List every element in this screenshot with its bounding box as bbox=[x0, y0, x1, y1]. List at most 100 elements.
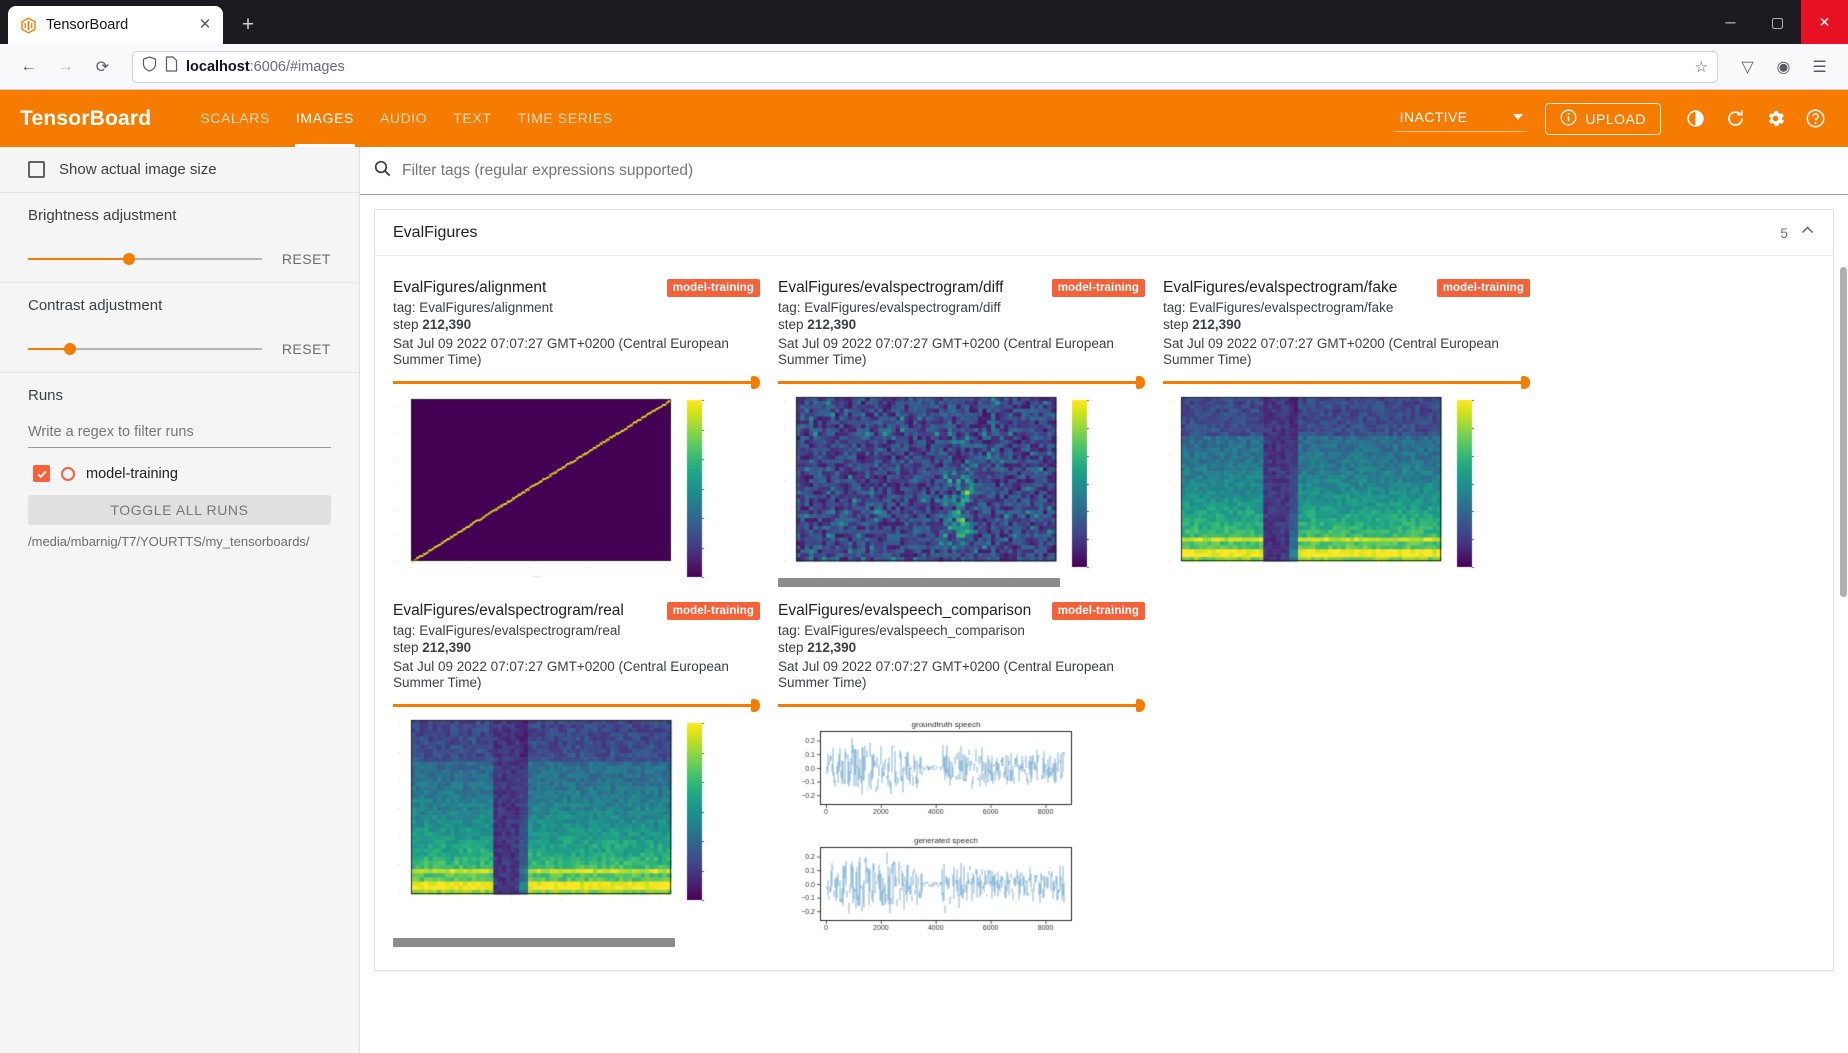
refresh-icon[interactable] bbox=[1718, 102, 1752, 136]
tab-time-series[interactable]: TIME SERIES bbox=[504, 90, 625, 147]
card-step-value: 212,390 bbox=[422, 640, 471, 655]
card-header: EvalFigures/evalspectrogram/fake model-t… bbox=[1163, 278, 1530, 297]
step-slider-thumb[interactable] bbox=[1136, 376, 1145, 389]
step-slider-thumb[interactable] bbox=[751, 699, 760, 712]
reload-state-dropdown[interactable]: INACTIVE bbox=[1394, 106, 1528, 132]
account-icon[interactable]: ◉ bbox=[1767, 50, 1800, 83]
tensorboard-header: TensorBoard SCALARS IMAGES AUDIO TEXT TI… bbox=[0, 90, 1848, 147]
card-tag: tag: EvalFigures/evalspeech_comparison bbox=[778, 622, 1145, 639]
logdir-path: /media/mbarnig/T7/YOURTTS/my_tensorboard… bbox=[28, 534, 331, 549]
pocket-icon[interactable]: ▽ bbox=[1731, 50, 1764, 83]
maximize-button[interactable]: ▢ bbox=[1754, 0, 1801, 44]
card-step-label: step bbox=[1163, 317, 1189, 332]
brightness-icon[interactable] bbox=[1678, 102, 1712, 136]
speech-comparison-waveforms[interactable] bbox=[778, 718, 1078, 950]
bookmark-star-icon[interactable]: ☆ bbox=[1695, 58, 1708, 76]
step-slider-thumb[interactable] bbox=[1136, 699, 1145, 712]
help-circle-icon[interactable] bbox=[1798, 102, 1832, 136]
tensorboard-favicon-icon bbox=[20, 17, 37, 34]
run-checkbox[interactable] bbox=[33, 465, 50, 482]
show-actual-size-row[interactable]: Show actual image size bbox=[28, 161, 331, 178]
forward-button[interactable]: → bbox=[49, 50, 82, 83]
brightness-slider[interactable] bbox=[28, 250, 262, 268]
runs-filter-input[interactable] bbox=[28, 420, 331, 448]
spectrogram-diff-heatmap[interactable] bbox=[778, 395, 1060, 575]
minimize-button[interactable]: ─ bbox=[1707, 0, 1754, 44]
card-step-value: 212,390 bbox=[422, 317, 471, 332]
back-button[interactable]: ← bbox=[12, 50, 45, 83]
tab-audio[interactable]: AUDIO bbox=[367, 90, 440, 147]
tag-filter-bar bbox=[360, 147, 1848, 195]
browser-titlebar: TensorBoard ✕ + ─ ▢ ✕ bbox=[0, 0, 1848, 44]
tensorboard-app: TensorBoard SCALARS IMAGES AUDIO TEXT TI… bbox=[0, 90, 1848, 1053]
step-slider[interactable] bbox=[1163, 375, 1530, 389]
card-step-label: step bbox=[393, 640, 419, 655]
browser-tab[interactable]: TensorBoard ✕ bbox=[8, 6, 223, 44]
brightness-section: Brightness adjustment RESET bbox=[0, 193, 359, 283]
plot-area bbox=[778, 395, 1145, 587]
plot-area bbox=[1163, 395, 1530, 575]
image-card-spectrogram-real: EvalFigures/evalspectrogram/real model-t… bbox=[393, 601, 760, 950]
brightness-slider-row: RESET bbox=[28, 250, 331, 268]
browser-tab-title: TensorBoard bbox=[46, 17, 186, 33]
settings-gear-icon[interactable] bbox=[1758, 102, 1792, 136]
card-header: EvalFigures/evalspeech_comparison model-… bbox=[778, 601, 1145, 620]
new-tab-button[interactable]: + bbox=[233, 10, 263, 40]
alignment-colorbar bbox=[675, 395, 733, 585]
step-slider[interactable] bbox=[778, 698, 1145, 712]
spectrogram-fake-heatmap[interactable] bbox=[1163, 395, 1445, 575]
brightness-reset-button[interactable]: RESET bbox=[282, 251, 331, 267]
contrast-reset-button[interactable]: RESET bbox=[282, 341, 331, 357]
brightness-slider-thumb[interactable] bbox=[123, 253, 135, 265]
card-date: Sat Jul 09 2022 07:07:27 GMT+0200 (Centr… bbox=[393, 659, 760, 691]
tab-text[interactable]: TEXT bbox=[440, 90, 504, 147]
tensorboard-tabs: SCALARS IMAGES AUDIO TEXT TIME SERIES bbox=[187, 90, 625, 147]
step-slider-thumb[interactable] bbox=[1521, 376, 1530, 389]
group-header[interactable]: EvalFigures 5 bbox=[375, 210, 1833, 256]
contrast-slider[interactable] bbox=[28, 340, 262, 358]
plot-horizontal-scrollbar[interactable] bbox=[393, 938, 675, 947]
upload-button[interactable]: UPLOAD bbox=[1545, 103, 1661, 135]
step-slider[interactable] bbox=[393, 698, 760, 712]
card-header: EvalFigures/alignment model-training bbox=[393, 278, 760, 297]
runs-title: Runs bbox=[28, 387, 331, 404]
card-header: EvalFigures/evalspectrogram/real model-t… bbox=[393, 601, 760, 620]
browser-menu-icon[interactable]: ☰ bbox=[1803, 50, 1836, 83]
browser-navbar: ← → ⟳ localhost:6006/#images ☆ ▽ ◉ ☰ bbox=[0, 44, 1848, 90]
tab-scalars[interactable]: SCALARS bbox=[187, 90, 283, 147]
run-badge: model-training bbox=[1052, 279, 1145, 297]
close-tab-icon[interactable]: ✕ bbox=[195, 15, 215, 35]
spectrogram-real-heatmap[interactable] bbox=[393, 718, 675, 908]
spectrogram-diff-colorbar bbox=[1060, 395, 1118, 575]
card-step-label: step bbox=[393, 317, 419, 332]
brightness-label: Brightness adjustment bbox=[28, 207, 331, 224]
main-scrollbar-thumb[interactable] bbox=[1840, 267, 1847, 597]
tab-images[interactable]: IMAGES bbox=[283, 90, 367, 147]
info-circle-icon bbox=[1560, 109, 1577, 129]
plot-horizontal-scrollbar[interactable] bbox=[778, 578, 1060, 587]
step-slider[interactable] bbox=[393, 375, 760, 389]
card-step: step 212,390 bbox=[393, 316, 760, 333]
show-actual-size-checkbox[interactable] bbox=[28, 161, 45, 178]
tag-filter-input[interactable] bbox=[402, 162, 1833, 180]
alignment-heatmap[interactable] bbox=[393, 395, 675, 585]
run-item-model-training[interactable]: model-training bbox=[33, 465, 331, 482]
reload-button[interactable]: ⟳ bbox=[86, 50, 119, 83]
tensorboard-logo: TensorBoard bbox=[20, 107, 151, 131]
group-card-evalfigures: EvalFigures 5 EvalFigures/alignment bbox=[374, 209, 1834, 971]
toggle-all-runs-button[interactable]: TOGGLE ALL RUNS bbox=[28, 495, 331, 525]
step-slider[interactable] bbox=[778, 375, 1145, 389]
spectrogram-fake-colorbar bbox=[1445, 395, 1503, 575]
card-header: EvalFigures/evalspectrogram/diff model-t… bbox=[778, 278, 1145, 297]
show-actual-size-label: Show actual image size bbox=[59, 161, 217, 178]
contrast-slider-thumb[interactable] bbox=[64, 343, 76, 355]
main-scrollbar[interactable] bbox=[1840, 147, 1848, 1053]
show-actual-size-section: Show actual image size bbox=[0, 147, 359, 193]
url-text: localhost:6006/#images bbox=[186, 59, 1687, 75]
close-window-button[interactable]: ✕ bbox=[1801, 0, 1848, 44]
card-step: step 212,390 bbox=[1163, 316, 1530, 333]
step-slider-thumb[interactable] bbox=[751, 376, 760, 389]
url-bar[interactable]: localhost:6006/#images ☆ bbox=[132, 51, 1718, 83]
chevron-up-icon[interactable] bbox=[1800, 223, 1815, 242]
page-icon bbox=[165, 56, 178, 77]
